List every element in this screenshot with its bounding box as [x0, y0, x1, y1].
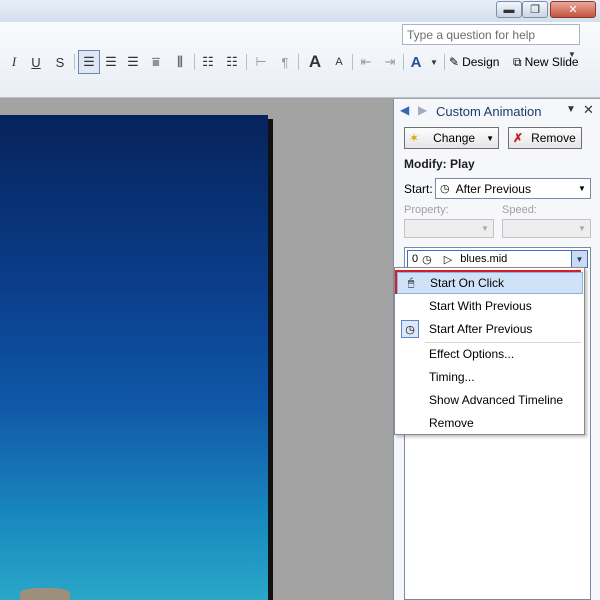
menu-item-label: Start After Previous	[429, 322, 533, 336]
maximize-button[interactable]: ❐	[522, 1, 548, 18]
menu-item-label: Start With Previous	[429, 299, 532, 313]
animation-name: blues.mid	[460, 253, 508, 265]
menu-item-label: Show Advanced Timeline	[429, 393, 564, 407]
left-to-right-icon[interactable]: ⊢	[251, 50, 271, 74]
chevron-down-icon: ▼	[486, 133, 494, 143]
slide-workspace	[0, 99, 393, 600]
toolbar-separator	[298, 54, 299, 70]
speed-label: Speed:	[502, 204, 537, 216]
increase-indent-icon[interactable]: ⇥	[380, 50, 400, 74]
menu-item-label: Timing...	[429, 370, 475, 384]
speed-select[interactable]: ▼	[502, 219, 591, 238]
menu-item-timing[interactable]: Timing...	[397, 366, 583, 388]
new-slide-icon: ⧉	[513, 54, 522, 69]
change-effect-button[interactable]: ✶ Change ▼	[404, 127, 499, 149]
chevron-down-icon[interactable]: ▼	[566, 104, 576, 115]
menu-item-effect-options[interactable]: Effect Options...	[397, 343, 583, 365]
ask-question-input[interactable]: Type a question for help	[402, 24, 580, 45]
decrease-font-icon[interactable]: A	[330, 50, 348, 74]
minimize-button[interactable]: ▬	[496, 1, 522, 18]
design-button[interactable]: ✎ Design	[449, 52, 499, 72]
numbered-list-icon[interactable]: ☷	[198, 50, 218, 74]
align-right-icon[interactable]: ☰	[124, 50, 142, 74]
change-label: Change	[433, 131, 476, 145]
design-icon: ✎	[449, 55, 460, 69]
clock-icon: ◷	[401, 320, 419, 338]
font-color-icon[interactable]: A	[406, 50, 426, 74]
pane-title: Custom Animation	[436, 104, 542, 119]
bulleted-list-icon[interactable]: ☷	[222, 50, 242, 74]
animation-context-menu: 🖱 Start On Click Start With Previous ◷ S…	[394, 267, 585, 435]
menu-item-start-on-click[interactable]: 🖱 Start On Click	[397, 272, 583, 294]
align-center-icon[interactable]: ☰	[102, 50, 120, 74]
slide-rock-graphic	[20, 588, 70, 600]
chevron-down-icon: ▼	[578, 184, 586, 193]
property-label: Property:	[404, 204, 449, 216]
paragraph-icon[interactable]: ¶	[275, 50, 295, 74]
forward-arrow-icon[interactable]: ▶	[418, 103, 427, 117]
slide-canvas[interactable]	[0, 115, 268, 600]
toolbar-separator	[352, 54, 353, 70]
animation-list-item[interactable]: 0 ◷ ▷ blues.mid ▼	[407, 250, 588, 268]
play-icon: ▷	[443, 253, 453, 266]
remove-label: Remove	[531, 131, 576, 145]
slide-shadow	[268, 119, 273, 600]
property-select[interactable]: ▼	[404, 219, 494, 238]
close-icon[interactable]: ✕	[583, 102, 594, 118]
clock-icon: ◷	[440, 183, 450, 195]
clock-icon: ◷	[422, 253, 432, 266]
star-icon: ✶	[409, 131, 420, 145]
distribute-horizontal-icon[interactable]: ⫼	[170, 50, 190, 74]
design-label: Design	[462, 55, 500, 69]
new-slide-label: New Slide	[524, 55, 579, 69]
toolbar-separator	[444, 54, 445, 70]
toolbar-separator	[246, 54, 247, 70]
start-value: After Previous	[455, 181, 531, 196]
remove-icon: ✗	[513, 131, 524, 145]
menu-item-start-with-previous[interactable]: Start With Previous	[397, 295, 583, 317]
mouse-icon: 🖱	[407, 276, 415, 289]
menu-item-show-advanced-timeline[interactable]: Show Advanced Timeline	[397, 389, 583, 411]
decrease-indent-icon[interactable]: ⇤	[356, 50, 376, 74]
toolbar-separator	[74, 54, 75, 70]
menu-item-start-after-previous[interactable]: ◷ Start After Previous	[397, 318, 583, 340]
back-arrow-icon[interactable]: ◀	[400, 103, 409, 117]
chevron-down-icon[interactable]: ▼	[428, 50, 440, 74]
toolbar-separator	[403, 54, 404, 70]
start-label: Start:	[404, 182, 433, 196]
menu-item-label: Effect Options...	[429, 347, 515, 361]
underline-icon[interactable]: U	[28, 50, 44, 74]
toolbar-separator	[194, 54, 195, 70]
chevron-down-icon: ▼	[481, 224, 489, 233]
remove-effect-button[interactable]: ✗ Remove	[508, 127, 582, 149]
close-button[interactable]: ✕	[550, 1, 596, 18]
chevron-down-icon[interactable]: ▼	[571, 251, 587, 267]
chevron-down-icon: ▼	[578, 224, 586, 233]
window-title-bar: ▬ ❐ ✕	[0, 0, 600, 22]
increase-font-icon[interactable]: A	[304, 50, 326, 74]
menu-item-label: Start On Click	[430, 276, 505, 290]
menu-item-remove[interactable]: Remove	[397, 412, 583, 434]
distribute-vertical-icon[interactable]: ⩸	[146, 50, 166, 74]
new-slide-button[interactable]: ⧉ New Slide	[513, 52, 579, 72]
modify-heading: Modify: Play	[404, 157, 475, 171]
italic-icon[interactable]: I	[6, 50, 22, 74]
shadow-text-icon[interactable]: S	[52, 50, 68, 74]
start-select[interactable]: ◷ After Previous ▼	[435, 178, 591, 199]
animation-order: 0	[412, 253, 419, 265]
menu-item-label: Remove	[429, 416, 474, 430]
align-left-icon[interactable]: ☰	[78, 50, 100, 74]
formatting-toolbar: Type a question for help ▼ I U S ☰ ☰ ☰ ⩸…	[0, 22, 600, 98]
